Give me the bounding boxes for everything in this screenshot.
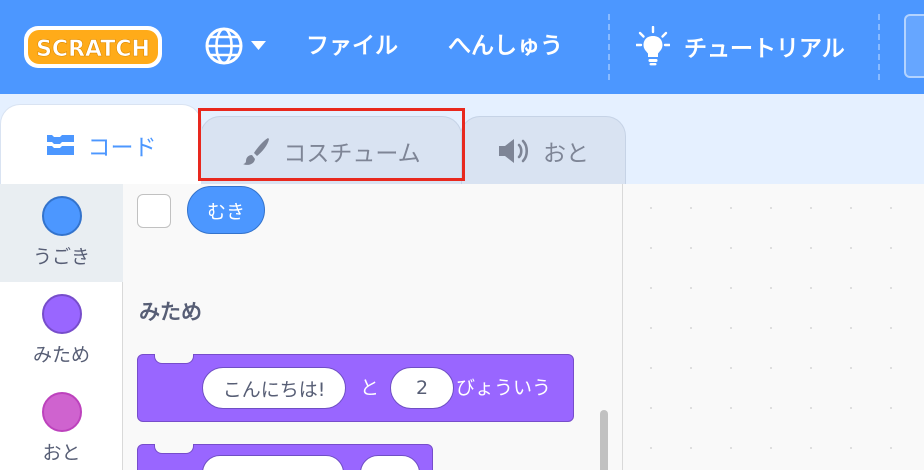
tab-costumes-label: コスチューム bbox=[283, 140, 421, 167]
tab-costumes[interactable]: コスチューム bbox=[200, 116, 462, 184]
lightbulb-icon bbox=[636, 26, 670, 66]
category-label: うごき bbox=[32, 246, 90, 268]
message-input[interactable]: こんにちは! bbox=[202, 367, 346, 409]
block-connector-text: と bbox=[360, 377, 380, 399]
tutorials-button[interactable]: チュートリアル bbox=[636, 26, 845, 66]
tutorials-label: チュートリアル bbox=[684, 36, 845, 62]
tab-code[interactable]: コード bbox=[0, 104, 202, 184]
scratch-logo[interactable]: SCRATCH bbox=[22, 22, 164, 72]
palette-scrollbar[interactable] bbox=[600, 410, 608, 470]
menu-divider bbox=[608, 14, 610, 80]
category-menu: うごき みため おと bbox=[0, 184, 123, 470]
category-sound[interactable]: おと bbox=[0, 380, 123, 470]
tab-sounds[interactable]: おと bbox=[460, 116, 626, 184]
script-area[interactable] bbox=[623, 184, 924, 470]
code-blocks-icon bbox=[46, 134, 74, 155]
tab-code-label: コード bbox=[87, 134, 157, 161]
seconds-input[interactable]: 2 bbox=[390, 367, 454, 409]
tab-sounds-label: おと bbox=[543, 140, 589, 167]
say-for-secs-block[interactable]: こんにちは! と 2 びょういう bbox=[137, 354, 574, 422]
edit-menu[interactable]: へんしゅう bbox=[448, 28, 563, 64]
block-input[interactable] bbox=[360, 455, 420, 470]
direction-monitor-checkbox[interactable] bbox=[137, 194, 171, 228]
file-menu[interactable]: ファイル bbox=[306, 28, 398, 64]
say-block[interactable] bbox=[137, 444, 433, 470]
block-notch bbox=[154, 354, 194, 364]
category-motion[interactable]: うごき bbox=[0, 184, 123, 282]
block-suffix-text: びょういう bbox=[456, 377, 552, 399]
block-notch bbox=[154, 444, 194, 454]
block-palette: むき みため こんにちは! と 2 びょういう bbox=[123, 184, 623, 470]
category-looks[interactable]: みため bbox=[0, 282, 123, 380]
category-label: みため bbox=[32, 344, 90, 366]
motion-color-dot bbox=[41, 196, 82, 236]
message-input[interactable] bbox=[202, 455, 344, 470]
sound-color-dot bbox=[41, 392, 82, 432]
share-button[interactable] bbox=[904, 14, 924, 78]
globe-icon bbox=[205, 27, 266, 65]
direction-reporter-block[interactable]: むき bbox=[187, 186, 265, 234]
speaker-icon bbox=[499, 138, 529, 163]
looks-section-title: みため bbox=[139, 300, 202, 324]
menu-divider bbox=[878, 14, 880, 80]
menu-bar: SCRATCH ファイル へんしゅう チュートリアル bbox=[0, 0, 924, 94]
looks-color-dot bbox=[41, 294, 82, 334]
language-menu-button[interactable] bbox=[204, 26, 268, 66]
category-label: おと bbox=[42, 442, 81, 464]
logo-text: SCRATCH bbox=[36, 37, 150, 62]
chevron-down-icon bbox=[251, 41, 266, 50]
paintbrush-icon bbox=[243, 137, 270, 165]
